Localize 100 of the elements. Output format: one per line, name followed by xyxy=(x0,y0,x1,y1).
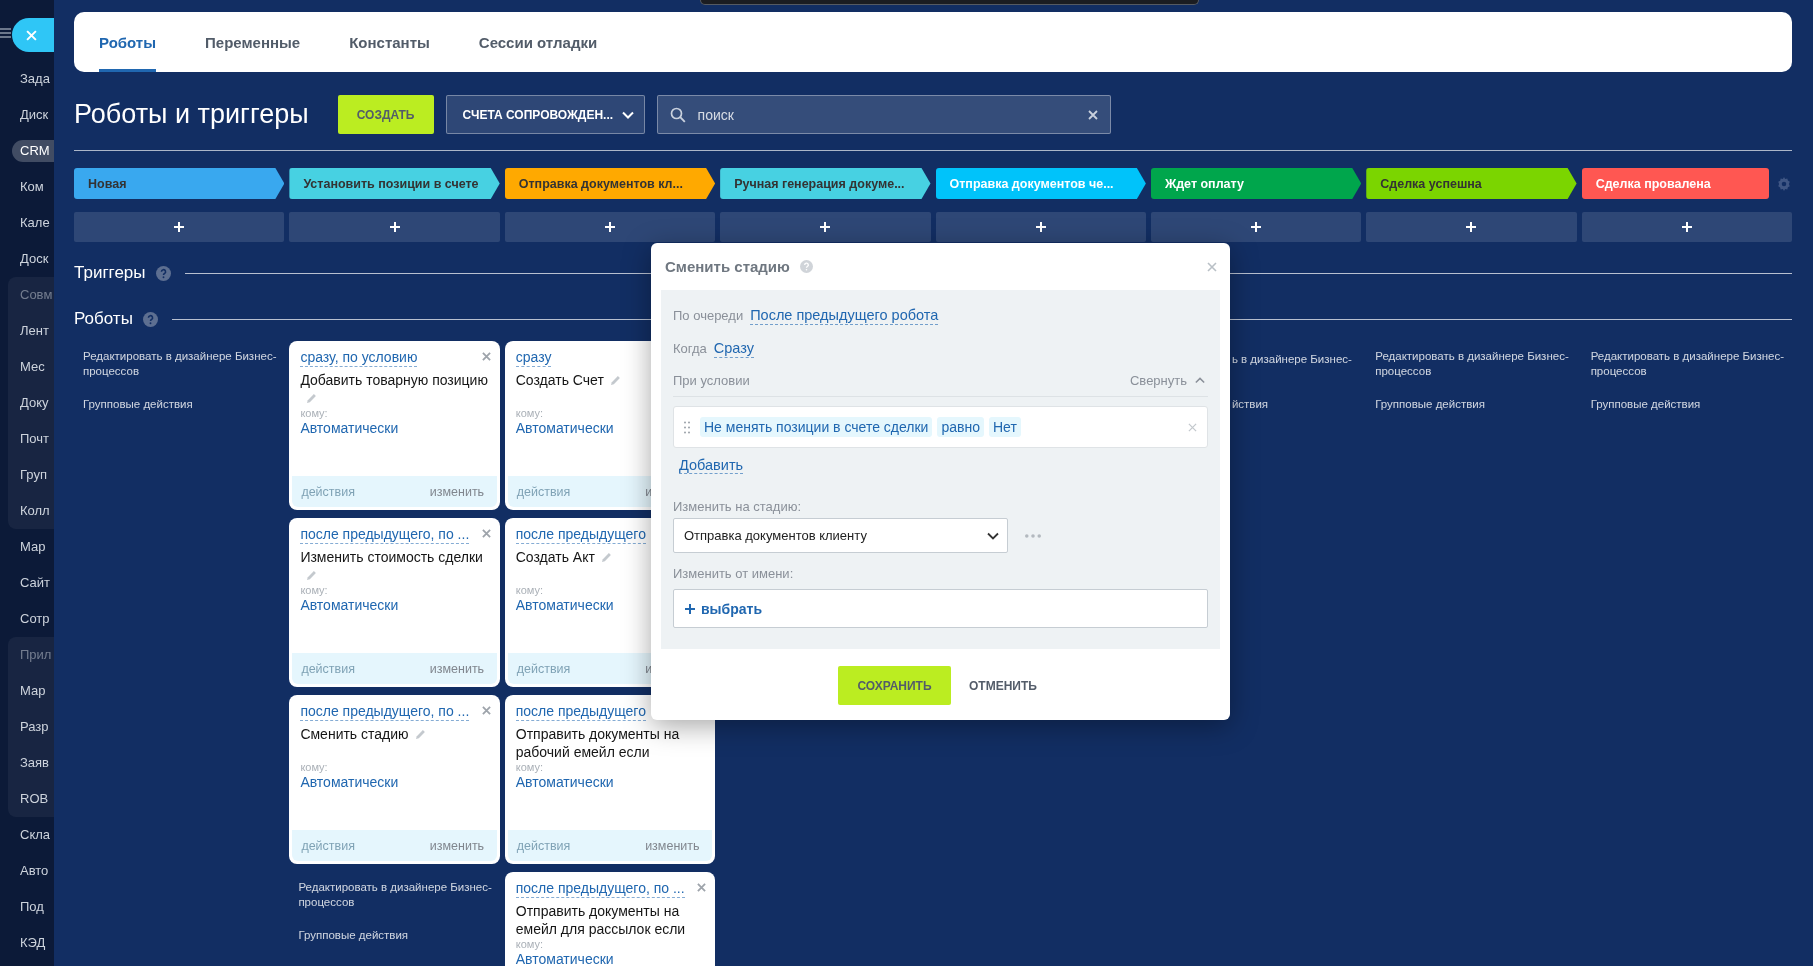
stage-header[interactable]: Новая xyxy=(74,168,285,199)
stage-header[interactable]: Ручная генерация докуме... xyxy=(720,168,931,199)
add-robot-button[interactable] xyxy=(74,212,285,242)
edit-link[interactable]: изменить xyxy=(429,661,485,676)
recipient-link[interactable]: Автоматически xyxy=(504,950,618,966)
sidebar-item[interactable]: КЭД xyxy=(0,925,54,961)
column-link[interactable]: Редактировать в дизайнере Бизнес-процессов xyxy=(1375,349,1572,379)
sidebar-item[interactable]: Заяв xyxy=(8,745,54,781)
tab[interactable]: Переменные xyxy=(205,12,301,72)
edit-link[interactable]: изменить xyxy=(429,484,485,499)
column-link[interactable]: Редактировать в дизайнере Бизнес-процессов xyxy=(1590,349,1787,379)
tab[interactable]: Константы xyxy=(349,12,430,72)
column-link[interactable]: ь в дизайнере Бизнес- xyxy=(1231,352,1352,367)
add-robot-button[interactable] xyxy=(289,212,500,242)
column-link[interactable]: йствия xyxy=(1231,397,1269,412)
close-button[interactable] xyxy=(12,18,54,52)
gear-icon[interactable] xyxy=(1777,176,1791,191)
sidebar-item[interactable]: Под xyxy=(0,889,54,925)
add-robot-button[interactable] xyxy=(504,212,716,242)
clear-icon[interactable] xyxy=(1087,109,1098,120)
sidebar-item[interactable]: Авто xyxy=(0,853,54,889)
recipient-link[interactable]: Автоматически xyxy=(504,773,618,791)
tab[interactable]: Роботы xyxy=(99,12,156,72)
sidebar-item[interactable]: Диск xyxy=(0,97,54,133)
sidebar-item[interactable]: CRM xyxy=(12,140,54,162)
order-link[interactable]: После предыдущего робота xyxy=(750,305,939,325)
search-field[interactable]: поиск xyxy=(656,95,1111,134)
sidebar-item[interactable]: Почт xyxy=(8,421,54,457)
sidebar-item[interactable]: Ком xyxy=(0,169,54,205)
save-button[interactable]: СОХРАНИТЬ xyxy=(838,666,952,705)
sidebar-item[interactable]: Сотр xyxy=(0,601,54,637)
stage-select[interactable]: Отправка документов клиенту xyxy=(673,518,1008,553)
more-icon[interactable] xyxy=(1025,533,1041,538)
condition-chip[interactable]: равно xyxy=(937,417,984,437)
condition-link[interactable]: сразу, по условию xyxy=(300,349,418,367)
category-dropdown[interactable]: СЧЕТА СОПРОВОЖДЕН... xyxy=(445,95,645,134)
sidebar-item[interactable]: Мар xyxy=(8,673,54,709)
recipient-link[interactable]: Автоматически xyxy=(504,596,618,614)
condition-chip[interactable]: Нет xyxy=(988,417,1021,437)
recipient-link[interactable]: Автоматически xyxy=(289,419,403,437)
edit-link[interactable]: изменить xyxy=(645,838,700,853)
close-icon[interactable] xyxy=(481,352,491,361)
help-icon[interactable] xyxy=(142,311,158,327)
condition-link[interactable]: после предыдущего, по ... xyxy=(300,526,470,544)
add-condition-link[interactable]: Добавить xyxy=(679,457,744,474)
condition-link[interactable]: после предыдущего xyxy=(515,703,646,721)
column-link[interactable]: Групповые действия xyxy=(1375,397,1485,412)
column-link[interactable]: Групповые действия xyxy=(83,397,193,412)
recipient-link[interactable]: Автоматически xyxy=(289,773,403,791)
sidebar-item[interactable]: ROB xyxy=(8,781,54,817)
help-icon[interactable] xyxy=(155,265,171,281)
sidebar-item[interactable]: Скла xyxy=(0,817,54,853)
sidebar-item[interactable]: Кале xyxy=(0,205,54,241)
column-link[interactable]: Групповые действия xyxy=(298,928,409,943)
close-icon[interactable] xyxy=(481,706,491,715)
timing-link[interactable]: Сразу xyxy=(713,338,754,358)
sidebar-item[interactable]: Колл xyxy=(8,493,54,529)
stage-header[interactable]: Установить позиции в счете xyxy=(289,168,500,199)
condition-link[interactable]: после предыдущего, по ... xyxy=(515,880,685,898)
close-icon[interactable] xyxy=(1207,261,1217,272)
stage-header[interactable]: Отправка документов кл... xyxy=(504,168,716,199)
add-robot-button[interactable] xyxy=(720,212,931,242)
drag-handle-icon[interactable] xyxy=(684,420,690,434)
sidebar-item[interactable]: Мес xyxy=(8,349,54,385)
help-icon[interactable] xyxy=(799,260,813,273)
sidebar-item[interactable]: Разр xyxy=(8,709,54,745)
sidebar-item[interactable]: Лент xyxy=(8,313,54,349)
tab[interactable]: Сессии отладки xyxy=(478,12,598,72)
column-link[interactable]: Редактировать в дизайнере Бизнес-процессов xyxy=(298,880,495,910)
add-robot-button[interactable] xyxy=(935,212,1146,242)
menu-icon[interactable] xyxy=(0,28,11,38)
sidebar-item[interactable]: Сайт xyxy=(0,565,54,601)
create-button[interactable]: СОЗДАТЬ xyxy=(337,95,434,134)
pencil-icon[interactable] xyxy=(609,375,621,386)
edit-link[interactable]: изменить xyxy=(429,838,485,853)
condition-link[interactable]: после предыдущего, по ... xyxy=(300,703,470,721)
remove-icon[interactable] xyxy=(1188,422,1197,432)
author-field[interactable]: выбрать xyxy=(673,589,1208,628)
condition-link[interactable]: сразу xyxy=(515,349,552,367)
robot-card[interactable]: после предыдущего, по ... Отправить документы на емейл для рассылок если кому: Автоматически xyxy=(504,872,716,966)
search-input[interactable]: поиск xyxy=(697,102,1076,127)
pencil-icon[interactable] xyxy=(306,393,318,404)
close-icon[interactable] xyxy=(481,529,491,538)
recipient-link[interactable]: Автоматически xyxy=(289,596,403,614)
add-robot-button[interactable] xyxy=(1581,212,1792,242)
close-icon[interactable] xyxy=(697,883,707,892)
condition-chip[interactable]: Не менять позиции в счете сделки xyxy=(700,417,933,437)
sidebar-item[interactable]: Доск xyxy=(0,241,54,277)
pencil-icon[interactable] xyxy=(600,552,612,563)
pencil-icon[interactable] xyxy=(306,570,318,581)
column-link[interactable]: Групповые действия xyxy=(1590,397,1701,412)
sidebar-item[interactable]: Мар xyxy=(0,529,54,565)
condition-link[interactable]: после предыдущего xyxy=(515,526,646,544)
cancel-button[interactable]: ОТМЕНИТЬ xyxy=(963,670,1043,701)
add-robot-button[interactable] xyxy=(1150,212,1362,242)
pencil-icon[interactable] xyxy=(414,729,426,740)
stage-header[interactable]: Сделка успешна xyxy=(1366,168,1577,199)
sidebar-item[interactable]: Доку xyxy=(8,385,54,421)
sidebar-item[interactable]: Груп xyxy=(8,457,54,493)
recipient-link[interactable]: Автоматически xyxy=(504,419,618,437)
